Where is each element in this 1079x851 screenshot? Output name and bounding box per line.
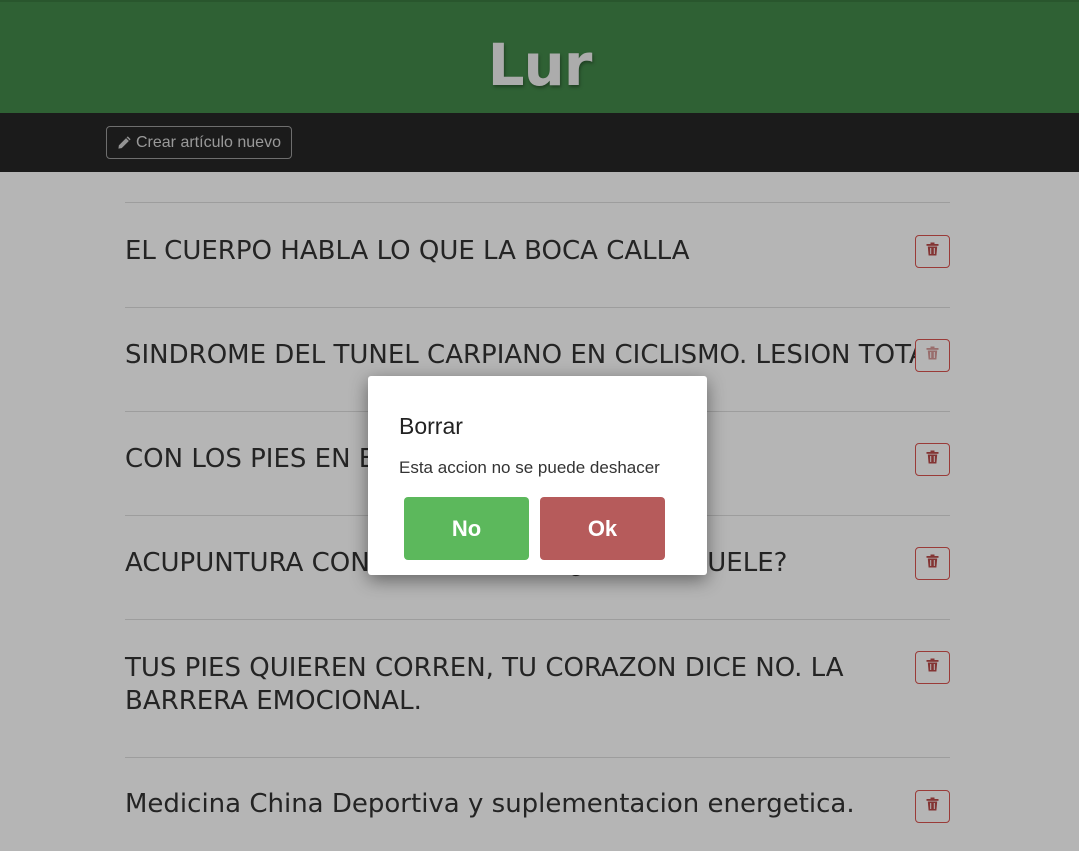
app-root: Lur Crear artículo nuevo EL CUERPO HABLA… [0, 0, 1079, 851]
dialog-title: Borrar [399, 413, 463, 439]
dialog-message: Esta accion no se puede deshacer [399, 458, 660, 477]
cancel-button[interactable]: No [404, 497, 529, 560]
confirm-button[interactable]: Ok [540, 497, 665, 560]
confirm-delete-dialog: Borrar Esta accion no se puede deshacer … [368, 376, 707, 575]
